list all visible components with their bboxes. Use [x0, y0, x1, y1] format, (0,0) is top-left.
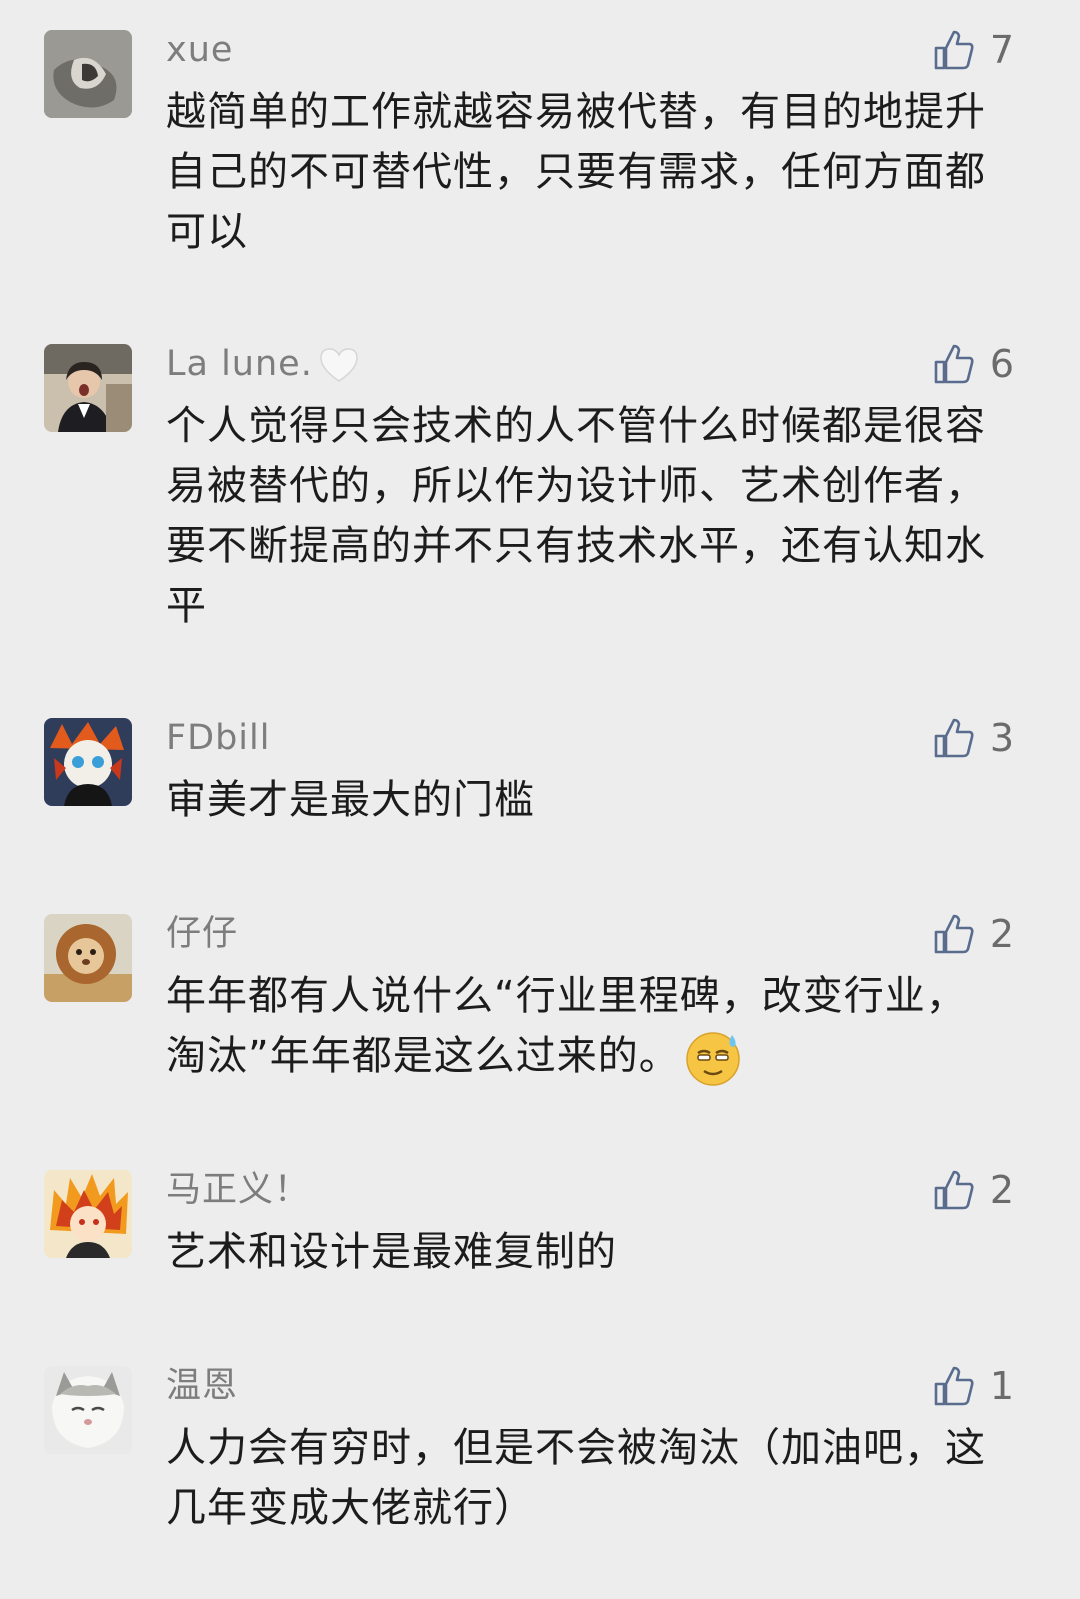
comment-text: 年年都有人说什么“行业里程碑，改变行业，淘汰”年年都是这么过来的。 [166, 966, 996, 1087]
avatar-image [44, 914, 132, 1002]
thumbs-up-icon [934, 914, 974, 954]
avatar[interactable] [44, 344, 132, 432]
username[interactable]: 仔仔 [166, 910, 238, 958]
comment-text: 人力会有穷时，但是不会被淘汰（加油吧，这几年变成大佬就行） [166, 1425, 986, 1531]
comment-text: 审美才是最大的门槛 [166, 777, 535, 823]
username[interactable]: FDbill [166, 714, 270, 762]
sweat-smile-emoji-icon [685, 1032, 740, 1086]
like-button[interactable]: 7 [932, 24, 1014, 76]
like-count: 1 [989, 1364, 1014, 1408]
avatar[interactable] [44, 914, 132, 1002]
avatar-image [44, 1366, 132, 1454]
like-count: 2 [989, 1168, 1014, 1212]
avatar[interactable] [44, 1366, 132, 1454]
username[interactable]: xue [166, 26, 233, 74]
avatar[interactable] [44, 30, 132, 118]
avatar-image [44, 30, 132, 118]
like-count: 7 [989, 28, 1014, 72]
thumbs-up-icon [934, 344, 974, 384]
avatar-image [44, 718, 132, 806]
comment-text: 越简单的工作就越容易被代替，有目的地提升自己的不可替代性，只要有需求，任何方面都… [166, 89, 986, 255]
comment-text: 艺术和设计是最难复制的 [166, 1229, 617, 1275]
avatar[interactable] [44, 1170, 132, 1258]
like-button[interactable]: 1 [932, 1360, 1014, 1412]
thumbs-up-icon [934, 1366, 974, 1406]
like-button[interactable]: 2 [932, 908, 1014, 960]
thumbs-up-icon [934, 30, 974, 70]
avatar-image [44, 1170, 132, 1258]
like-button[interactable]: 2 [932, 1164, 1014, 1216]
thumbs-up-icon [934, 1170, 974, 1210]
white-heart-icon [320, 348, 358, 382]
username[interactable]: 马正义！ [166, 1166, 310, 1214]
comment-text-body: 年年都有人说什么“行业里程碑，改变行业，淘汰”年年都是这么过来的。 [166, 973, 967, 1079]
username-text: La lune. [166, 344, 313, 384]
like-count: 3 [989, 716, 1014, 760]
username[interactable]: 温恩 [166, 1362, 238, 1410]
like-button[interactable]: 6 [932, 338, 1014, 390]
like-count: 2 [989, 912, 1014, 956]
comment-list: xue 7 越简单的工作就越容易被代替，有目的地提升自己的不可替代性，只要有需求… [0, 0, 1080, 1599]
username[interactable]: La lune. [166, 340, 361, 388]
like-count: 6 [989, 342, 1014, 386]
like-button[interactable]: 3 [932, 712, 1014, 764]
avatar-image [44, 344, 132, 432]
comment-text: 个人觉得只会技术的人不管什么时候都是很容易被替代的，所以作为设计师、艺术创作者，… [166, 403, 986, 629]
thumbs-up-icon [934, 718, 974, 758]
avatar[interactable] [44, 718, 132, 806]
